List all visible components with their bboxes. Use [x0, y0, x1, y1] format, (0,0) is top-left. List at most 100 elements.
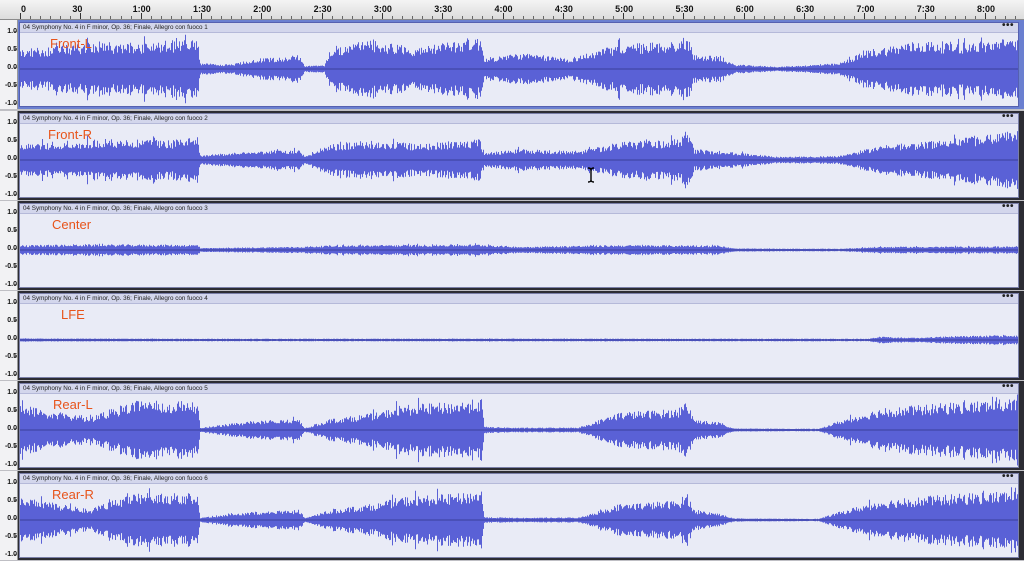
ruler-time-label: 30	[72, 4, 83, 14]
amplitude-tick	[14, 320, 17, 321]
ruler-minor-tick	[160, 16, 162, 19]
ruler-minor-tick	[462, 16, 464, 19]
ruler-minor-tick	[401, 16, 403, 19]
waveform[interactable]	[20, 303, 1018, 377]
waveform[interactable]	[20, 32, 1018, 106]
ruler-minor-tick	[452, 16, 454, 19]
clip-menu-button[interactable]: •••	[1002, 474, 1014, 482]
ruler-minor-tick	[643, 16, 645, 19]
channel-label: Center	[52, 217, 92, 232]
audio-track[interactable]: 1.0 0.5 0.0 -0.5 -1.0 04 Symphony No. 4 in F …	[0, 111, 1024, 200]
ruler-minor-tick	[361, 16, 363, 19]
ruler-minor-tick	[603, 16, 605, 19]
waveform[interactable]	[20, 483, 1018, 557]
ruler-time-label: 3:30	[434, 4, 453, 14]
ruler-minor-tick	[190, 16, 192, 19]
ruler-time-label: 5:00	[615, 4, 634, 14]
ruler-minor-tick	[311, 16, 313, 19]
clip-menu-button[interactable]: •••	[1002, 114, 1014, 122]
amplitude-ruler[interactable]: 1.0 0.5 0.0 -0.5 -1.0	[0, 291, 18, 380]
audio-track[interactable]: 1.0 0.5 0.0 -0.5 -1.0 04 Symphony No. 4 in F …	[0, 201, 1024, 290]
ruler-minor-tick	[582, 16, 584, 19]
ruler-time-label: 4:30	[554, 4, 573, 14]
channel-label: Rear-R	[52, 487, 94, 502]
ruler-minor-tick	[120, 16, 122, 19]
ruler-minor-tick	[713, 16, 715, 19]
waveform[interactable]	[20, 213, 1018, 287]
clip-menu-button[interactable]: •••	[1002, 204, 1014, 212]
ruler-time-label: 7:30	[916, 4, 935, 14]
channel-label: Front-R	[48, 127, 93, 142]
clip-menu-button[interactable]: •••	[1002, 294, 1014, 302]
amplitude-tick	[14, 176, 17, 177]
amplitude-tick	[14, 122, 17, 123]
audio-clip[interactable]: 04 Symphony No. 4 in F minor, Op. 36; Fi…	[19, 113, 1019, 198]
audio-clip[interactable]: 04 Symphony No. 4 in F minor, Op. 36; Fi…	[19, 22, 1019, 107]
ruler-minor-tick	[753, 16, 755, 19]
ruler-minor-tick	[824, 16, 826, 19]
waveform[interactable]	[20, 393, 1018, 467]
audio-track[interactable]: 1.0 0.5 0.0 -0.5 -1.0 04 Symphony No. 4 in F …	[0, 20, 1024, 109]
ruler-minor-tick	[934, 16, 936, 19]
ruler-minor-tick	[874, 16, 876, 19]
amplitude-tick	[14, 428, 17, 429]
ruler-minor-tick	[512, 16, 514, 19]
ruler-time-label: 5:30	[675, 4, 694, 14]
ruler-minor-tick	[844, 16, 846, 19]
clip-menu-button[interactable]: •••	[1002, 384, 1014, 392]
amplitude-ruler[interactable]: 1.0 0.5 0.0 -0.5 -1.0	[0, 201, 18, 290]
ruler-minor-tick	[221, 16, 223, 19]
ruler-minor-tick	[110, 16, 112, 19]
amplitude-ruler[interactable]: 1.0 0.5 0.0 -0.5 -1.0	[0, 471, 18, 560]
audio-track[interactable]: 1.0 0.5 0.0 -0.5 -1.0 04 Symphony No. 4 in F …	[0, 471, 1024, 560]
amplitude-ruler[interactable]: 1.0 0.5 0.0 -0.5 -1.0	[0, 20, 18, 109]
clip-menu-button[interactable]: •••	[1002, 23, 1014, 31]
ruler-minor-tick	[351, 16, 353, 19]
ruler-minor-tick	[301, 16, 303, 19]
amplitude-tick	[14, 356, 17, 357]
audio-clip[interactable]: 04 Symphony No. 4 in F minor, Op. 36; Fi…	[19, 293, 1019, 378]
ruler-minor-tick	[291, 16, 293, 19]
waveform[interactable]	[20, 123, 1018, 197]
ruler-minor-tick	[592, 16, 594, 19]
ruler-time-label: 7:00	[856, 4, 875, 14]
ruler-minor-tick	[532, 16, 534, 19]
audio-track[interactable]: 1.0 0.5 0.0 -0.5 -1.0 04 Symphony No. 4 in F …	[0, 291, 1024, 380]
ruler-minor-tick	[653, 16, 655, 19]
ruler-minor-tick	[723, 16, 725, 19]
ruler-minor-tick	[814, 16, 816, 19]
audio-clip[interactable]: 04 Symphony No. 4 in F minor, Op. 36; Fi…	[19, 383, 1019, 468]
clip-name: 04 Symphony No. 4 in F minor, Op. 36; Fi…	[23, 24, 208, 31]
ruler-minor-tick	[472, 16, 474, 19]
amplitude-tick	[14, 464, 17, 465]
ruler-minor-tick	[210, 16, 212, 19]
amplitude-tick	[14, 67, 17, 68]
ruler-minor-tick	[974, 16, 976, 19]
audio-track[interactable]: 1.0 0.5 0.0 -0.5 -1.0 04 Symphony No. 4 in F …	[0, 381, 1024, 470]
ruler-minor-tick	[371, 16, 373, 19]
ruler-minor-tick	[884, 16, 886, 19]
ruler-minor-tick	[391, 16, 393, 19]
amplitude-tick	[14, 284, 17, 285]
ruler-minor-tick	[90, 16, 92, 19]
amplitude-ruler[interactable]: 1.0 0.5 0.0 -0.5 -1.0	[0, 111, 18, 200]
ruler-time-label: 6:30	[796, 4, 815, 14]
ruler-time-label: 2:30	[313, 4, 332, 14]
ruler-minor-tick	[633, 16, 635, 19]
amplitude-tick	[14, 266, 17, 267]
ruler-time-label: 2:00	[253, 4, 272, 14]
clip-name: 04 Symphony No. 4 in F minor, Op. 36; Fi…	[23, 295, 208, 302]
audio-clip[interactable]: 04 Symphony No. 4 in F minor, Op. 36; Fi…	[19, 203, 1019, 288]
ruler-minor-tick	[100, 16, 102, 19]
amplitude-tick	[14, 338, 17, 339]
amplitude-ruler[interactable]: 1.0 0.5 0.0 -0.5 -1.0	[0, 381, 18, 470]
clip-name: 04 Symphony No. 4 in F minor, Op. 36; Fi…	[23, 475, 208, 482]
ruler-minor-tick	[281, 16, 283, 19]
audio-clip[interactable]: 04 Symphony No. 4 in F minor, Op. 36; Fi…	[19, 473, 1019, 558]
timeline-ruler[interactable]: 0 30 1:00 1:30 2:00 2:30 3:00 3:30 4:00 4:30 5:00 5…	[0, 0, 1024, 20]
amplitude-tick	[14, 158, 17, 159]
ruler-time-label: 0	[21, 4, 27, 14]
ruler-minor-tick	[995, 16, 997, 19]
ruler-minor-tick	[794, 16, 796, 19]
ruler-minor-tick	[914, 16, 916, 19]
